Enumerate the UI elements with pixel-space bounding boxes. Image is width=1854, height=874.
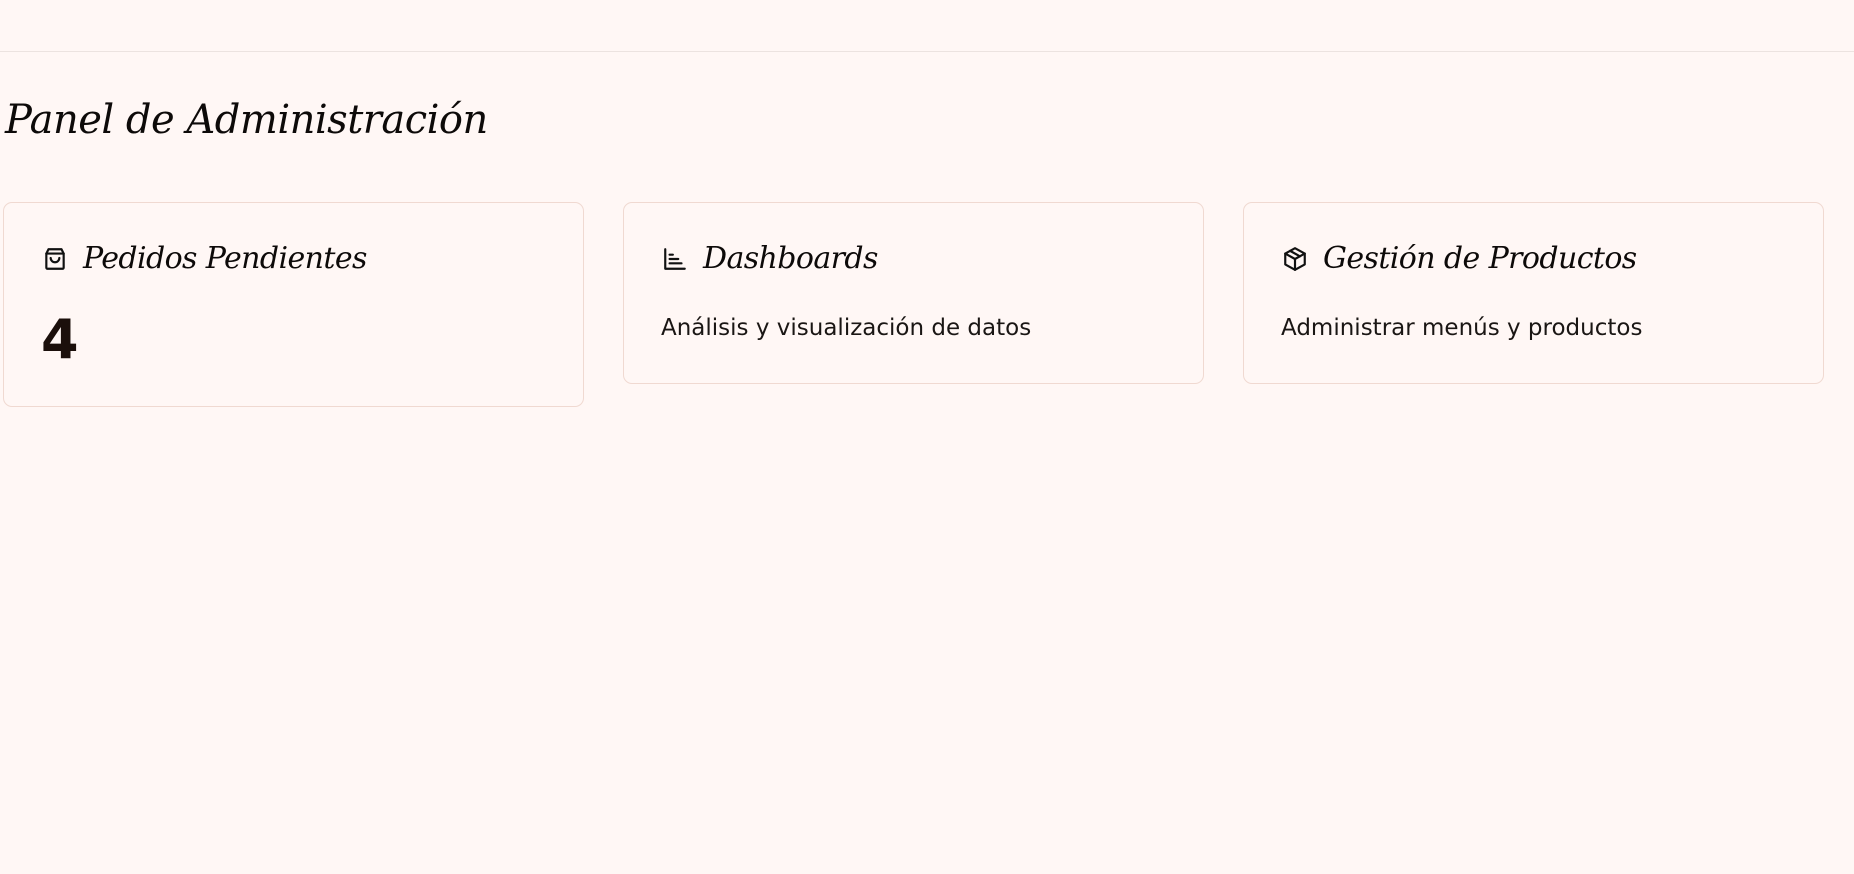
top-navbar xyxy=(0,0,1854,52)
bar-chart-icon xyxy=(661,245,689,273)
card-header: Dashboards xyxy=(661,239,878,279)
shopping-bag-icon xyxy=(41,245,69,273)
card-header: Gestión de Productos xyxy=(1281,239,1637,279)
card-title: Gestión de Productos xyxy=(1323,241,1637,276)
card-description: Administrar menús y productos xyxy=(1281,315,1643,341)
card-description: Análisis y visualización de datos xyxy=(661,315,1032,341)
products-management-card[interactable]: Gestión de Productos Administrar menús y… xyxy=(1243,202,1824,384)
page-title: Panel de Administración xyxy=(5,97,488,143)
package-icon xyxy=(1281,245,1309,273)
pending-orders-card[interactable]: Pedidos Pendientes 4 xyxy=(3,202,584,407)
dashboards-card[interactable]: Dashboards Análisis y visualización de d… xyxy=(623,202,1204,384)
pending-orders-count: 4 xyxy=(41,308,79,371)
card-header: Pedidos Pendientes xyxy=(41,239,367,279)
card-title: Pedidos Pendientes xyxy=(83,241,367,276)
card-title: Dashboards xyxy=(703,241,878,276)
